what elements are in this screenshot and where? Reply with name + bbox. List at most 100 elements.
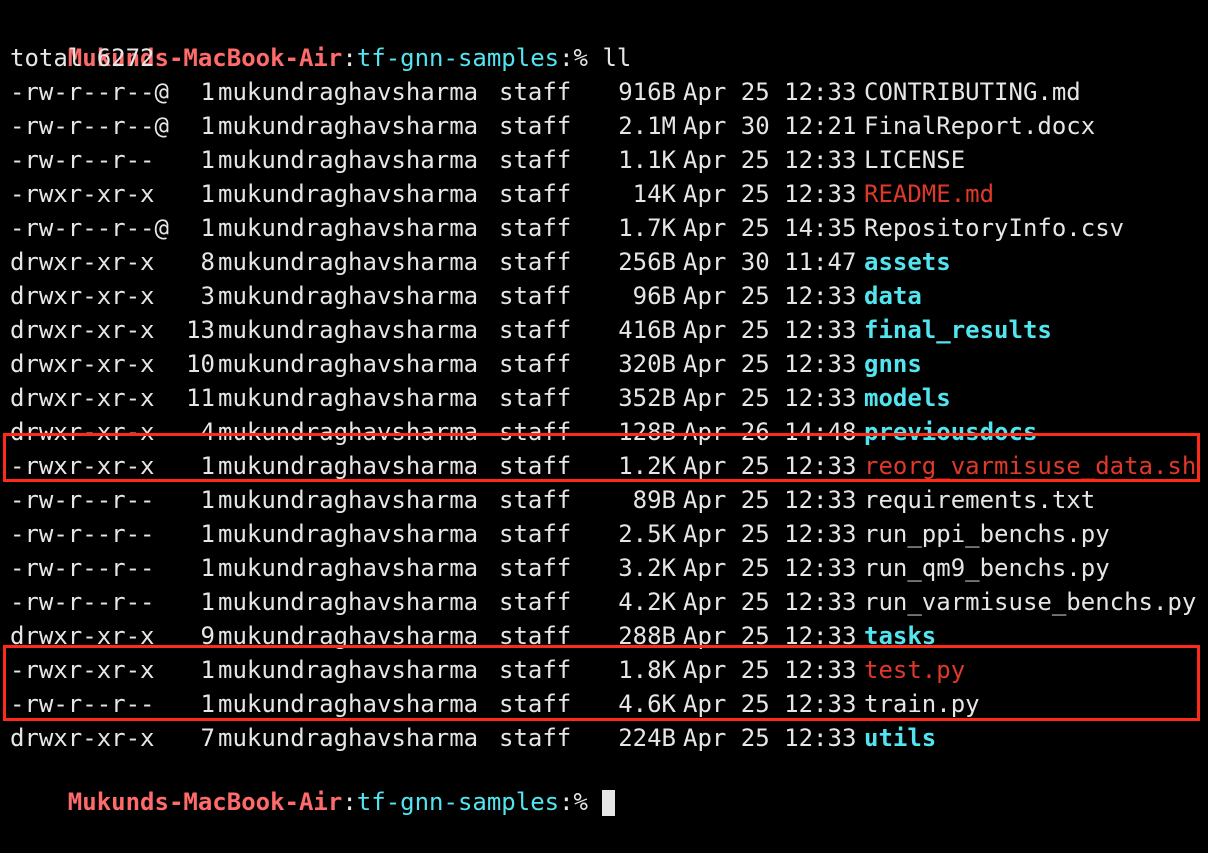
- file-name: gnns: [864, 350, 922, 378]
- permissions: drwxr-xr-x: [10, 384, 155, 412]
- link-count: 8: [200, 248, 215, 276]
- file-name: assets: [864, 248, 951, 276]
- file-size: 4.2K: [618, 588, 676, 616]
- owner: mukundraghavsharma: [218, 248, 479, 276]
- modified-date: Apr 25 12:33: [683, 724, 857, 752]
- modified-date: Apr 25 12:33: [683, 486, 857, 514]
- modified-date: Apr 25 14:35: [683, 214, 857, 242]
- group: staff: [499, 418, 572, 446]
- modified-date: Apr 25 12:33: [683, 384, 857, 412]
- owner: mukundraghavsharma: [218, 350, 479, 378]
- modified-date: Apr 25 12:33: [683, 554, 857, 582]
- prompt-line: Mukunds-MacBook-Air:tf-gnn-samples:% ll: [67, 44, 632, 72]
- file-size: 320B: [618, 350, 676, 378]
- bottom-prompt-line: Mukunds-MacBook-Air:tf-gnn-samples:%: [10, 751, 616, 816]
- group: staff: [499, 520, 572, 548]
- link-count: 1: [200, 112, 215, 140]
- link-count: 9: [200, 622, 215, 650]
- file-name: utils: [864, 724, 937, 752]
- terminal-window[interactable]: Mukunds-MacBook-Air:tf-gnn-samples:% ll …: [0, 0, 1208, 816]
- file-name: requirements.txt: [864, 486, 1096, 514]
- link-count: 3: [200, 282, 215, 310]
- owner: mukundraghavsharma: [218, 418, 479, 446]
- group: staff: [499, 180, 572, 208]
- link-count: 1: [200, 554, 215, 582]
- owner: mukundraghavsharma: [218, 452, 479, 480]
- modified-date: Apr 25 12:33: [683, 282, 857, 310]
- owner: mukundraghavsharma: [218, 78, 479, 106]
- prompt-directory: tf-gnn-samples: [356, 788, 560, 816]
- link-count: 1: [200, 656, 215, 684]
- modified-date: Apr 26 14:48: [683, 418, 857, 446]
- permissions: -rw-r--r--@: [10, 78, 169, 106]
- group: staff: [499, 282, 572, 310]
- file-size: 89B: [632, 486, 676, 514]
- modified-date: Apr 25 12:33: [683, 588, 857, 616]
- file-name: tasks: [864, 622, 937, 650]
- link-count: 1: [200, 180, 215, 208]
- owner: mukundraghavsharma: [218, 112, 479, 140]
- owner: mukundraghavsharma: [218, 486, 479, 514]
- file-size: 3.2K: [618, 554, 676, 582]
- file-name: run_varmisuse_benchs.py: [864, 588, 1197, 616]
- permissions: drwxr-xr-x: [10, 282, 155, 310]
- permissions: -rw-r--r--: [10, 554, 155, 582]
- owner: mukundraghavsharma: [218, 214, 479, 242]
- file-size: 2.5K: [618, 520, 676, 548]
- file-name: test.py: [864, 656, 966, 684]
- link-count: 4: [200, 418, 215, 446]
- link-count: 1: [200, 452, 215, 480]
- modified-date: Apr 25 12:33: [683, 350, 857, 378]
- file-name: CONTRIBUTING.md: [864, 78, 1081, 106]
- group: staff: [499, 724, 572, 752]
- file-name: LICENSE: [864, 146, 966, 174]
- modified-date: Apr 25 12:33: [683, 690, 857, 718]
- modified-date: Apr 30 11:47: [683, 248, 857, 276]
- owner: mukundraghavsharma: [218, 384, 479, 412]
- file-name: reorg_varmisuse_data.sh: [864, 452, 1197, 480]
- file-size: 4.6K: [618, 690, 676, 718]
- file-name: FinalReport.docx: [864, 112, 1096, 140]
- link-count: 11: [186, 384, 215, 412]
- group: staff: [499, 78, 572, 106]
- modified-date: Apr 25 12:33: [683, 520, 857, 548]
- file-size: 288B: [618, 622, 676, 650]
- permissions: -rwxr-xr-x: [10, 452, 155, 480]
- total-line: total 6272: [10, 44, 155, 72]
- owner: mukundraghavsharma: [218, 656, 479, 684]
- link-count: 1: [200, 690, 215, 718]
- permissions: drwxr-xr-x: [10, 622, 155, 650]
- link-count: 1: [200, 588, 215, 616]
- prompt-suffix: %: [573, 788, 603, 816]
- file-size: 416B: [618, 316, 676, 344]
- modified-date: Apr 25 12:33: [683, 622, 857, 650]
- group: staff: [499, 588, 572, 616]
- file-size: 1.2K: [618, 452, 676, 480]
- file-size: 128B: [618, 418, 676, 446]
- modified-date: Apr 30 12:21: [683, 112, 857, 140]
- group: staff: [499, 214, 572, 242]
- group: staff: [499, 486, 572, 514]
- link-count: 1: [200, 78, 215, 106]
- file-name: final_results: [864, 316, 1052, 344]
- group: staff: [499, 690, 572, 718]
- file-size: 1.1K: [618, 146, 676, 174]
- group: staff: [499, 112, 572, 140]
- cursor-block[interactable]: [602, 790, 616, 816]
- group: staff: [499, 248, 572, 276]
- modified-date: Apr 25 12:33: [683, 656, 857, 684]
- prompt-suffix: %: [573, 44, 603, 72]
- owner: mukundraghavsharma: [218, 690, 479, 718]
- permissions: -rwxr-xr-x: [10, 180, 155, 208]
- link-count: 1: [200, 520, 215, 548]
- file-size: 256B: [618, 248, 676, 276]
- owner: mukundraghavsharma: [218, 316, 479, 344]
- link-count: 7: [200, 724, 215, 752]
- permissions: drwxr-xr-x: [10, 418, 155, 446]
- file-size: 352B: [618, 384, 676, 412]
- file-name: train.py: [864, 690, 980, 718]
- file-name: models: [864, 384, 951, 412]
- group: staff: [499, 554, 572, 582]
- file-size: 1.7K: [618, 214, 676, 242]
- file-size: 96B: [632, 282, 676, 310]
